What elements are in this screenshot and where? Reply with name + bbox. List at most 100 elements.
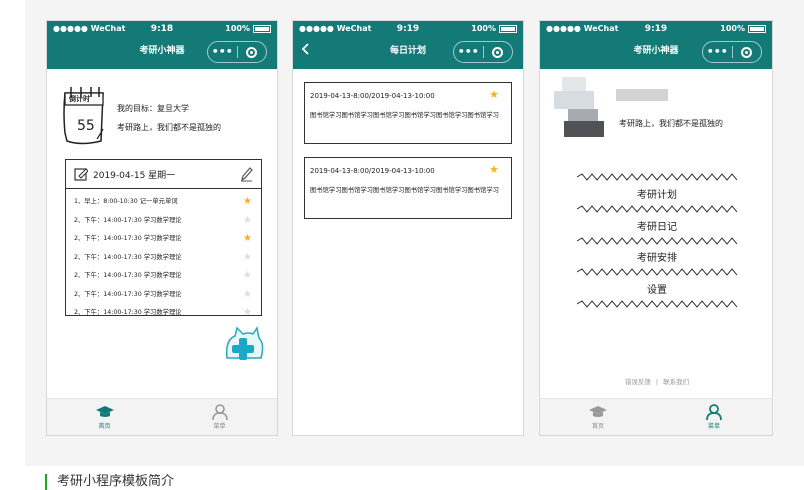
tab-menu[interactable]: 菜单	[162, 399, 277, 435]
plan-item-text: 2、下午：14:00-17:30 学习数学理论	[74, 272, 182, 279]
calendar-heading: 倒计时	[69, 95, 90, 103]
star-icon[interactable]: ★	[243, 193, 252, 211]
status-bar: ●●●●● WeChat 9:18 100%	[53, 24, 271, 36]
motto-text: 考研路上，我们都不是孤独的	[619, 119, 723, 128]
star-icon[interactable]: ★	[243, 304, 252, 315]
wave-divider	[577, 173, 737, 181]
tab-bar: 首页 菜单	[540, 398, 772, 435]
section-heading: 考研小程序模板简介	[45, 474, 174, 490]
plan-body: 图书馆学习图书馆学习图书馆学习图书馆学习图书馆学习图书馆学习	[310, 112, 499, 119]
motto-text: 考研路上，我们都不是孤独的	[117, 123, 221, 132]
goal-text: 我的目标：复旦大学	[117, 104, 189, 113]
menu-item-settings[interactable]: 设置	[540, 281, 772, 296]
user-icon	[706, 404, 722, 421]
plan-item[interactable]: 2、下午：14:00-17:30 学习数学理论 ★	[66, 267, 261, 286]
phone-screen-home: ●●●●● WeChat 9:18 100% 考研小神器 ••• 倒计时 55 …	[46, 20, 278, 436]
plan-item-text: 2、下午：14:00-17:30 学习数学理论	[74, 309, 182, 316]
menu-item-diary[interactable]: 考研日记	[540, 218, 772, 233]
phone-screen-daily-plan: ●●●●● WeChat 9:19 100% 每日计划 ••• 2019-04-…	[292, 20, 524, 436]
plan-item[interactable]: 2、下午：14:00-17:30 学习数学理论 ★	[66, 286, 261, 305]
battery-icon	[748, 24, 766, 33]
blurred-avatar	[554, 77, 614, 139]
mini-program-capsule[interactable]: •••	[453, 41, 513, 63]
star-icon[interactable]: ★	[489, 163, 499, 176]
clock: 9:18	[150, 24, 174, 34]
more-icon[interactable]: •••	[208, 42, 237, 62]
more-icon[interactable]: •••	[703, 42, 732, 62]
countdown-days: 55	[77, 118, 95, 134]
plan-item[interactable]: 1、早上：8:00-10:30 记一单元单词 ★	[66, 193, 261, 212]
star-icon[interactable]: ★	[243, 212, 252, 230]
star-icon[interactable]: ★	[243, 267, 252, 285]
plan-item[interactable]: 2、下午：14:00-17:30 学习数学理论 ★	[66, 249, 261, 268]
wave-divider	[577, 205, 737, 213]
edit-note-icon	[74, 168, 88, 181]
tab-home[interactable]: 首页	[47, 399, 162, 435]
battery-label: 100%	[225, 24, 250, 33]
battery-indicator: 100%	[471, 24, 517, 33]
plan-body: 图书馆学习图书馆学习图书馆学习图书馆学习图书馆学习图书馆学习	[310, 187, 499, 194]
close-miniprogram-button[interactable]	[484, 46, 513, 58]
status-bar: ●●●●● WeChat 9:19 100%	[299, 24, 517, 36]
plan-item[interactable]: 2、下午：14:00-17:30 学习数学理论 ★	[66, 212, 261, 231]
star-icon[interactable]: ★	[243, 249, 252, 267]
wave-divider	[577, 237, 737, 245]
clock: 9:19	[644, 24, 668, 34]
plan-item-text: 2、下午：14:00-17:30 学习数学理论	[74, 216, 182, 224]
target-icon	[492, 46, 504, 58]
status-bar: ●●●●● WeChat 9:19 100%	[546, 24, 766, 36]
clock: 9:19	[396, 24, 420, 34]
plan-card[interactable]: 2019-04-13-8:00/2019-04-13-10:00 ★ 图书馆学习…	[304, 82, 512, 144]
plan-item[interactable]: 2、下午：14:00-17:30 学习数学理论 ★	[66, 230, 261, 249]
footer-links: 错误反馈 | 联系我们	[540, 376, 772, 386]
tab-bar: 首页 菜单	[47, 398, 277, 435]
tab-menu-label: 菜单	[213, 423, 226, 430]
graduation-cap-icon	[95, 406, 114, 417]
target-icon	[741, 46, 753, 58]
menu-item-schedule[interactable]: 考研安排	[540, 249, 772, 264]
card-date: 2019-04-15 星期一	[93, 170, 176, 181]
daily-plan-card: 2019-04-15 星期一 1、早上：8:00-10:30 记一单元单词 ★ 2、…	[65, 159, 262, 316]
tab-menu-label: 菜单	[707, 423, 720, 430]
mini-program-capsule[interactable]: •••	[207, 41, 267, 63]
plan-item[interactable]: 2、下午：14:00-17:30 学习数学理论 ★	[66, 304, 261, 316]
carrier-label: ●●●●● WeChat	[53, 24, 126, 33]
battery-label: 100%	[720, 24, 745, 33]
plan-card[interactable]: 2019-04-13-8:00/2019-04-13-10:00 ★ 图书馆学习…	[304, 157, 512, 219]
graduation-cap-icon	[589, 406, 607, 417]
contact-link[interactable]: 联系我们	[663, 378, 689, 386]
carrier-label: ●●●●● WeChat	[299, 24, 372, 33]
star-icon[interactable]: ★	[243, 230, 252, 248]
user-icon	[211, 404, 228, 421]
nav-bar: ●●●●● WeChat 9:19 100% 考研小神器 •••	[540, 21, 772, 69]
star-icon[interactable]: ★	[243, 286, 252, 304]
wave-divider	[577, 268, 737, 276]
more-icon[interactable]: •••	[454, 42, 483, 62]
menu-item-plan[interactable]: 考研计划	[540, 186, 772, 201]
plan-time: 2019-04-13-8:00/2019-04-13-10:00	[310, 167, 435, 175]
plan-item-text: 2、下午：14:00-17:30 学习数学理论	[74, 235, 182, 242]
tab-home-label: 首页	[591, 423, 604, 430]
pencil-icon[interactable]	[239, 166, 253, 182]
plan-list: 1、早上：8:00-10:30 记一单元单词 ★ 2、下午：14:00-17:30 …	[66, 189, 261, 316]
wave-divider	[577, 300, 737, 308]
tab-home-label: 首页	[98, 423, 111, 430]
close-miniprogram-button[interactable]	[238, 46, 267, 58]
calendar-icon	[63, 87, 104, 145]
nav-bar: ●●●●● WeChat 9:19 100% 每日计划 •••	[293, 21, 523, 69]
star-icon[interactable]: ★	[489, 88, 499, 101]
feedback-link[interactable]: 错误反馈	[625, 378, 651, 386]
mini-program-capsule[interactable]: •••	[702, 41, 762, 63]
nav-bar: ●●●●● WeChat 9:18 100% 考研小神器 •••	[47, 21, 277, 69]
phone-screen-menu: ●●●●● WeChat 9:19 100% 考研小神器 ••• 考研路上，我们…	[539, 20, 773, 436]
battery-indicator: 100%	[225, 24, 271, 33]
close-miniprogram-button[interactable]	[733, 46, 762, 58]
add-plan-button[interactable]	[223, 326, 265, 364]
card-header: 2019-04-15 星期一	[66, 160, 261, 189]
target-icon	[246, 46, 258, 58]
tab-menu[interactable]: 菜单	[656, 399, 772, 435]
footer-divider: |	[655, 378, 659, 386]
plan-item-text: 2、下午：14:00-17:30 学习数学理论	[74, 253, 182, 261]
tab-home[interactable]: 首页	[540, 399, 656, 435]
battery-indicator: 100%	[720, 24, 766, 33]
